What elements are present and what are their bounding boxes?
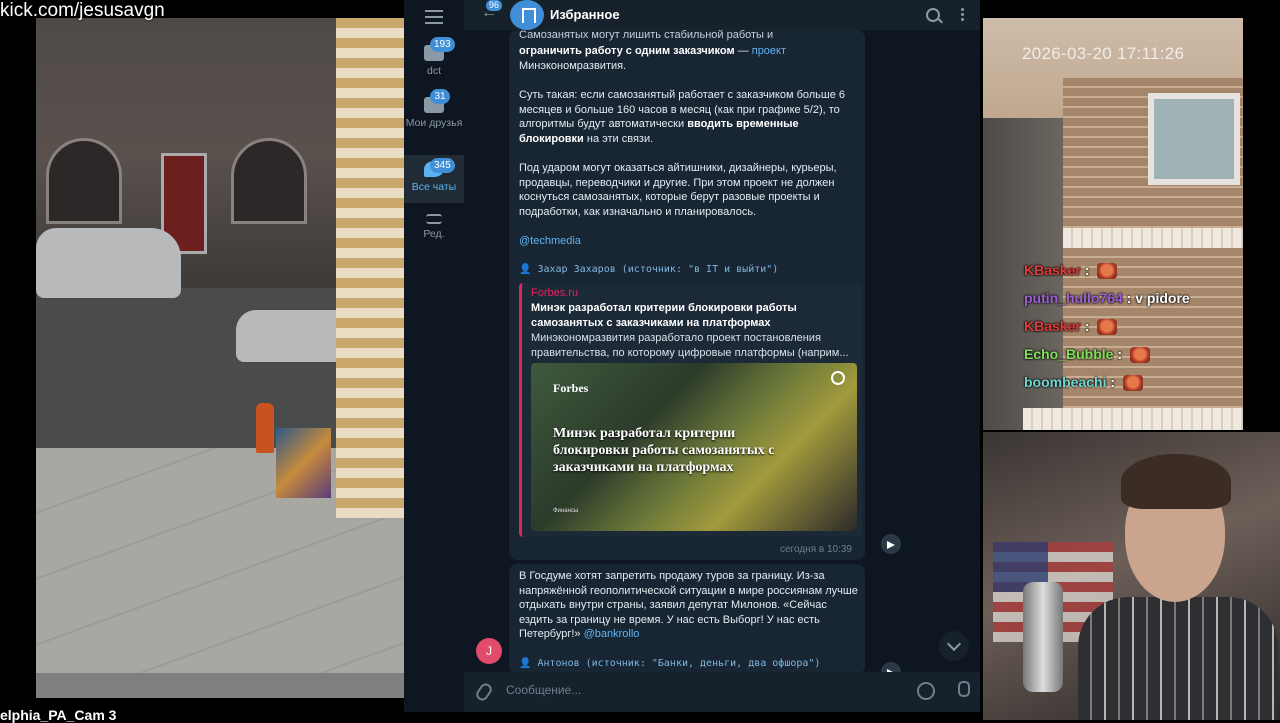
project-link[interactable]: проект [752,45,786,57]
unread-badge: 31 [430,89,450,104]
unread-badge: 345 [430,158,455,173]
bookmark-icon[interactable] [510,0,544,30]
facade-stripe [1063,228,1243,248]
folder-label: dct [426,65,441,77]
chat-message: putin_hullo764 : v pidore [1024,289,1190,307]
chat-username[interactable]: boombeachi [1024,374,1106,390]
chat-username[interactable]: KBasker [1024,262,1081,278]
back-unread-count: 96 [486,0,503,11]
message-time: сегодня в 10:39 [780,544,852,555]
message-fragment: Самозанятых могут лишить стабильной рабо… [519,30,859,43]
share-icon[interactable] [881,534,901,554]
arched-window [231,138,307,224]
brick-pillar [336,18,404,518]
chat-header: ← 96 Избранное [464,0,980,30]
forwarded-from[interactable]: 👤 Захар Захаров (источник: "в IT и выйти… [519,264,778,275]
chat-separator: : [1080,318,1094,334]
camera-timestamp: 2026-03-20 17:11:26 [1022,44,1185,63]
chat-message: KBasker : [1024,261,1118,280]
message-list[interactable]: Самозанятых могут лишить стабильной рабо… [464,30,980,672]
chat-separator: : [1080,262,1094,278]
left-street-camera-feed [36,18,404,698]
sliders-icon [426,214,442,224]
message-text: на эти связи. [583,132,654,145]
right-building-camera-feed [983,18,1243,430]
search-icon[interactable] [926,8,940,22]
chat-username[interactable]: Echo_Bubble [1024,346,1113,362]
preview-title: Минэк разработал критерии блокировки раб… [531,302,797,329]
bankrollo-link[interactable]: @bankrollo [584,628,640,640]
folder-label: Ред. [423,228,445,240]
folder-edit[interactable]: Ред. [404,214,464,250]
folder-dct[interactable]: 193 dct [404,37,464,85]
message-paragraph-1: ограничить работу с одним заказчиком — п… [519,44,859,73]
chat-message: Echo_Bubble : [1024,345,1150,364]
scroll-down-button[interactable] [939,631,969,661]
chat-emote-icon [1097,319,1118,336]
message-paragraph-3: Под ударом могут оказаться айтишники, ди… [519,162,837,218]
message-text: Минэкономразвития. [519,59,627,72]
folder-label: Все чаты [411,181,457,193]
forwarded-from[interactable]: 👤 Антонов (источник: "Банки, деньги, два… [519,658,820,669]
chat-username[interactable]: putin_hullo764 [1024,290,1123,306]
message-text: В Госдуме хотят запретить продажу туров … [519,570,858,640]
curb-strip [36,673,404,698]
telegram-window: 193 dct 31 Мои друзья 345 Все чаты Ред. … [404,0,980,712]
fire-hydrant [256,403,274,453]
preview-image[interactable]: Forbes Минэк разработал критерии блокиро… [531,363,857,531]
chat-separator: : [1122,290,1136,306]
emoji-icon[interactable] [917,682,935,700]
streamer-webcam [983,432,1280,720]
parked-car [36,228,181,298]
folder-label: Мои друзья [405,117,463,129]
folder-my-friends[interactable]: 31 Мои друзья [404,89,464,149]
studio-microphone [1023,582,1063,692]
hashtag-link[interactable]: @techmedia [519,234,859,249]
arched-window [46,138,122,224]
chat-separator: : [1113,346,1126,362]
image-brand-logo: Forbes [553,381,589,395]
preview-description: Минэкономразвития разработало проект пос… [531,332,849,359]
message-paragraph: В Госдуме хотят запретить продажу туров … [519,569,859,642]
chat-emote-icon [1122,375,1143,392]
image-headline: Минэк разработал критерии блокировки раб… [553,426,775,475]
folder-sidebar: 193 dct 31 Мои друзья 345 Все чаты Ред. [404,0,464,712]
folder-all-chats[interactable]: 345 Все чаты [404,155,464,203]
stream-url-overlay: kick.com/jesusavgn [0,0,165,21]
share-icon[interactable] [881,662,901,672]
painted-utility-box [276,428,331,498]
image-caption: Финансы [553,508,579,514]
sender-avatar[interactable]: J [476,638,502,664]
microphone-icon[interactable] [958,681,970,697]
link-preview[interactable]: Forbes.ru Минэк разработал критерии блок… [519,283,862,537]
more-options-icon[interactable] [961,8,964,23]
message-paragraph-2: Суть такая: если самозанятый работает с … [519,88,859,146]
attach-icon[interactable] [473,681,495,703]
streamer-hair [1121,454,1231,509]
message-composer: Сообщение... [464,672,980,712]
message-input[interactable]: Сообщение... [506,683,581,697]
bold-text: ограничить работу с одним заказчиком [519,45,735,57]
building-window [1148,93,1240,185]
chat-separator: : [1106,374,1119,390]
unread-badge: 193 [430,37,455,52]
streamer-torso [1078,597,1278,720]
chat-username[interactable]: KBasker [1024,318,1081,334]
message-text: Самозанятых могут лишить стабильной рабо… [519,30,774,41]
chat-message: boombeachi : [1024,373,1143,392]
chat-message: KBasker : [1024,317,1118,336]
preview-site-name: Forbes.ru [531,287,579,299]
facade-stripe [1023,408,1243,430]
chat-emote-icon [1097,263,1118,280]
chat-text: v pidore [1135,290,1190,306]
dash: — [734,45,752,57]
chat-title[interactable]: Избранное [550,7,620,22]
hamburger-menu-icon[interactable] [425,10,443,24]
zoom-icon[interactable] [831,371,845,385]
chat-emote-icon [1129,347,1150,364]
